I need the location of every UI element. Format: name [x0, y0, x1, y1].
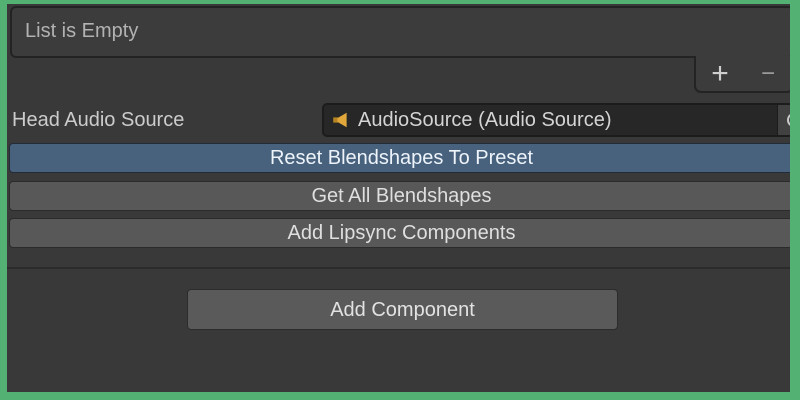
add-component-button[interactable]: Add Component [187, 289, 618, 330]
head-audio-source-label: Head Audio Source [12, 103, 184, 137]
head-audio-source-field[interactable]: AudioSource (Audio Source) [322, 103, 794, 137]
reorderable-list: List is Empty [10, 6, 794, 58]
object-picker-icon [787, 113, 794, 128]
list-add-button[interactable]: + [696, 56, 744, 91]
reset-blendshapes-button[interactable]: Reset Blendshapes To Preset [9, 143, 794, 173]
object-picker-button[interactable] [777, 105, 792, 135]
list-empty-label: List is Empty [12, 8, 792, 54]
unity-inspector-panel: List is Empty + − Head Audio Source Audi… [0, 0, 800, 400]
list-remove-button[interactable]: − [744, 56, 792, 91]
inspector-divider [0, 267, 800, 269]
object-field-value: AudioSource (Audio Source) [358, 109, 611, 132]
get-all-blendshapes-button[interactable]: Get All Blendshapes [9, 181, 794, 211]
reorderable-list-footer: + − [694, 56, 794, 93]
add-lipsync-components-button[interactable]: Add Lipsync Components [9, 218, 794, 248]
audio-source-icon [331, 109, 353, 131]
